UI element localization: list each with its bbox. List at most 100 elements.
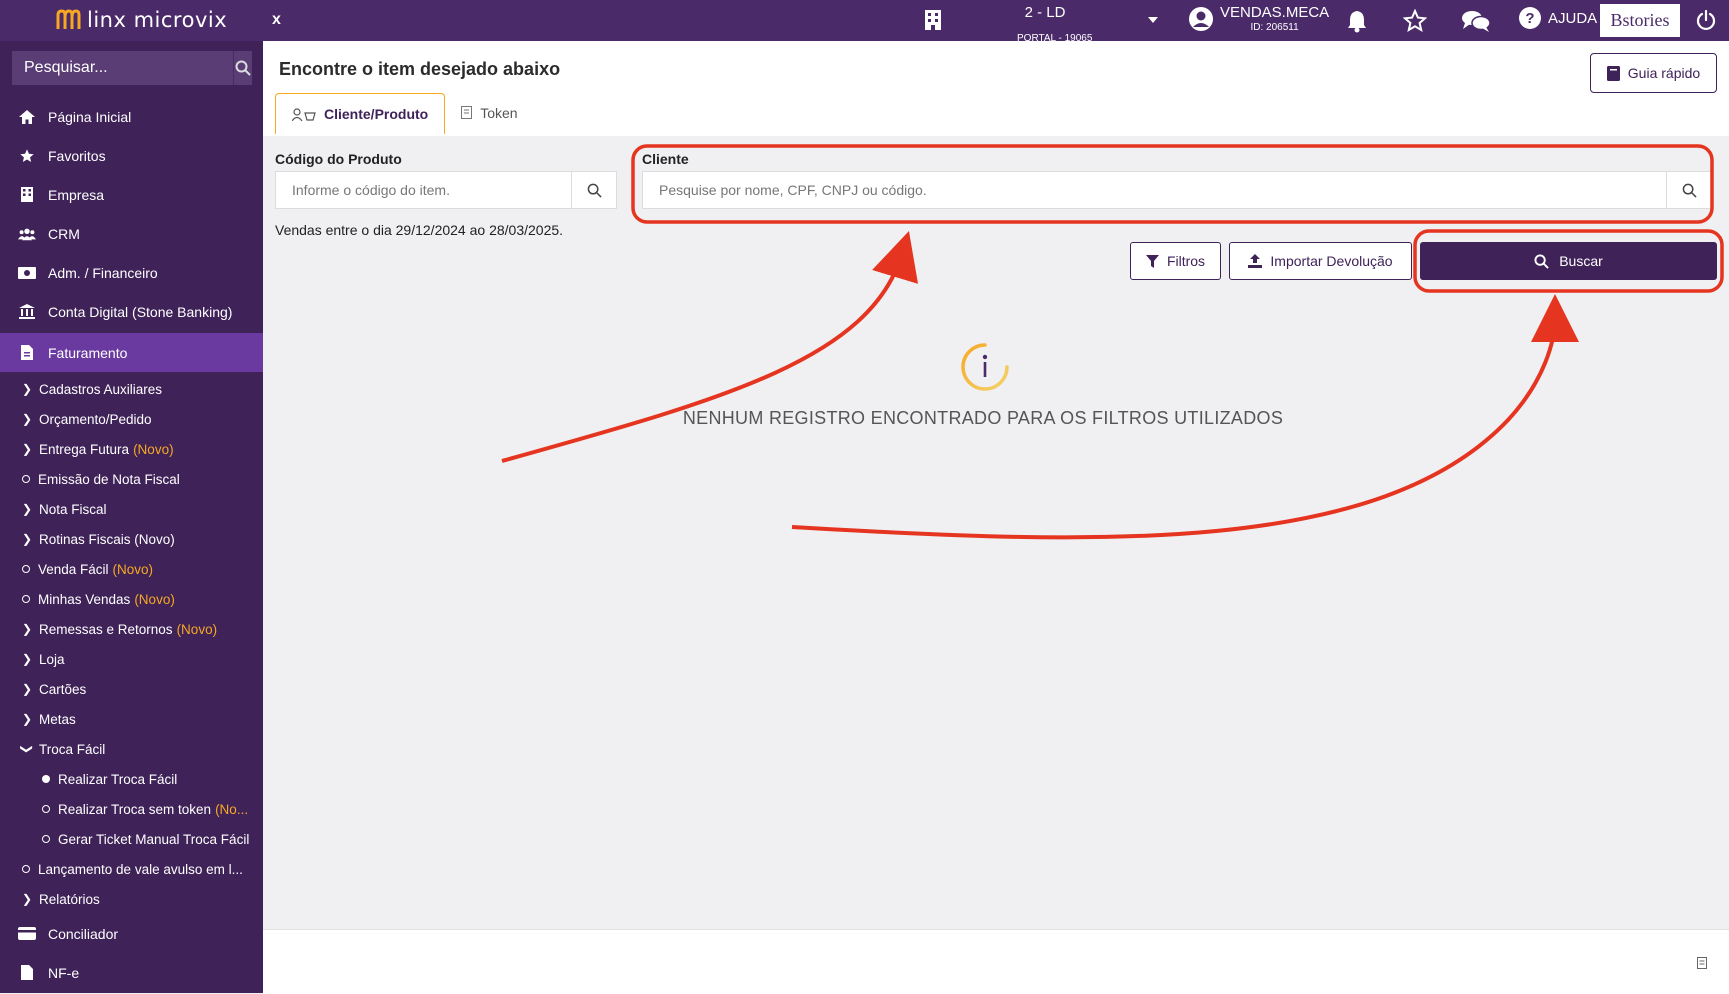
import-return-button[interactable]: Importar Devolução [1229, 242, 1412, 280]
bell-icon[interactable] [1346, 9, 1368, 38]
sidebar-item-faturamento[interactable]: Faturamento [0, 333, 263, 372]
sidebar-item-crm[interactable]: CRM [0, 214, 263, 253]
chevron-right-icon: ❯ [22, 442, 33, 456]
sidebar-subitem-troca-facil[interactable]: ❯ Troca Fácil [0, 734, 263, 764]
product-code-label: Código do Produto [275, 151, 402, 167]
product-code-input[interactable] [276, 172, 571, 208]
search-icon [1682, 183, 1697, 198]
sidebar-subitem-label: Troca Fácil [39, 741, 106, 757]
sidebar-subitem[interactable]: Lançamento de vale avulso em l... [0, 854, 263, 884]
tab-bar: Cliente/Produto Token [275, 93, 534, 134]
star-icon[interactable] [1402, 8, 1428, 38]
sidebar-item-label: Conciliador [48, 925, 119, 942]
sidebar-search [12, 51, 252, 85]
sidebar-subitem-label: Entrega Futura [39, 441, 130, 457]
tab-token[interactable]: Token [445, 93, 533, 132]
tab-label: Token [480, 104, 518, 121]
sidebar-subitem-label: Gerar Ticket Manual Troca Fácil [58, 831, 250, 847]
sidebar-subitem-label: Orçamento/Pedido [39, 411, 152, 427]
sidebar-subitem-label: Emissão de Nota Fiscal [38, 471, 180, 487]
filters-button[interactable]: Filtros [1130, 242, 1221, 280]
home-icon [18, 109, 36, 124]
sidebar-item-label: Favoritos [48, 147, 106, 164]
upload-icon [1248, 254, 1263, 268]
logo-text: linx microvix [87, 8, 228, 32]
sidebar-subitem[interactable]: Gerar Ticket Manual Troca Fácil [0, 824, 263, 854]
sidebar-item-empresa[interactable]: Empresa [0, 175, 263, 214]
money-icon [18, 266, 36, 279]
sidebar-search-button[interactable] [233, 51, 252, 85]
sidebar-subitem[interactable]: Emissão de Nota Fiscal [0, 464, 263, 494]
search-icon [1534, 253, 1549, 269]
novo-badge: (No... [215, 801, 249, 817]
help-button[interactable]: ? AJUDA [1518, 6, 1597, 30]
sidebar-subitem[interactable]: ❯ Relatórios [0, 884, 263, 914]
logo[interactable]: linx microvix [55, 8, 227, 32]
sidebar-subitem[interactable]: ❯ Metas [0, 704, 263, 734]
sidebar: Página Inicial Favoritos Empresa CRM Adm… [0, 41, 263, 993]
sidebar-menu: Página Inicial Favoritos Empresa CRM Adm… [0, 97, 263, 992]
guide-button[interactable]: Guia rápido [1590, 53, 1717, 93]
invoice-icon [18, 345, 36, 360]
search-icon [587, 183, 602, 198]
novo-badge: (Novo) [134, 591, 175, 607]
novo-badge: (Novo) [112, 561, 154, 577]
chevron-down-icon[interactable] [1148, 17, 1158, 23]
sidebar-item-conta-digital[interactable]: Conta Digital (Stone Banking) [0, 292, 263, 331]
sidebar-subitem-label: Relatórios [39, 891, 100, 907]
circle-icon [42, 805, 50, 813]
sidebar-search-input[interactable] [12, 51, 233, 85]
sidebar-subitem[interactable]: ❯ Nota Fiscal [0, 494, 263, 524]
sidebar-item-pagina-inicial[interactable]: Página Inicial [0, 97, 263, 136]
chevron-right-icon: ❯ [22, 502, 33, 516]
svg-text:?: ? [1525, 10, 1534, 27]
sidebar-item-label: CRM [48, 225, 80, 242]
help-label: AJUDA [1548, 9, 1598, 27]
sidebar-item-label: Faturamento [48, 344, 128, 361]
sidebar-subitem[interactable]: ❯ Cartões [0, 674, 263, 704]
chat-icon[interactable] [1461, 9, 1491, 38]
sidebar-subitem-label: Cadastros Auxiliares [39, 381, 163, 397]
sidebar-subitem[interactable]: Venda Fácil (Novo) [0, 554, 263, 584]
close-sidebar-button[interactable]: x [272, 11, 281, 29]
sidebar-item-adm-financeiro[interactable]: Adm. / Financeiro [0, 253, 263, 292]
tab-label: Cliente/Produto [324, 106, 429, 122]
user-menu[interactable]: VENDAS.MECA ID: 206511 [1188, 4, 1329, 33]
sidebar-subitem-label: Nota Fiscal [39, 501, 107, 517]
sidebar-subitem[interactable]: ❯ Loja [0, 644, 263, 674]
sidebar-subitem[interactable]: ❯ Orçamento/Pedido [0, 404, 263, 434]
receipt-icon [461, 106, 473, 119]
power-icon[interactable] [1695, 9, 1717, 36]
book-icon [1606, 65, 1620, 81]
sidebar-item-conciliador[interactable]: Conciliador [0, 914, 263, 953]
empty-state-message: NENHUM REGISTRO ENCONTRADO PARA OS FILTR… [682, 408, 1284, 428]
sidebar-subitem[interactable]: ❯ Entrega Futura (Novo) [0, 434, 263, 464]
building-icon[interactable] [924, 9, 942, 36]
search-button-label: Buscar [1559, 253, 1603, 269]
client-search-input[interactable] [643, 172, 1666, 208]
sidebar-subitem[interactable]: ❯ Remessas e Retornos (Novo) [0, 614, 263, 644]
filters-button-label: Filtros [1166, 253, 1206, 269]
client-search-button[interactable] [1666, 172, 1711, 208]
chevron-right-icon: ❯ [22, 532, 33, 546]
top-bar: linx microvix x 2 - LD PORTAL - 19065 VE… [0, 0, 1729, 44]
document-icon[interactable] [1697, 956, 1707, 974]
star-icon [18, 148, 36, 164]
sidebar-subitem[interactable]: ❯ Cadastros Auxiliares [0, 374, 263, 404]
brand-badge[interactable]: Bstories [1600, 4, 1680, 37]
sidebar-subitem[interactable]: Minhas Vendas (Novo) [0, 584, 263, 614]
sidebar-subitem[interactable]: ❯ Rotinas Fiscais (Novo) [0, 524, 263, 554]
sidebar-subitem-label: Lançamento de vale avulso em l... [38, 861, 243, 877]
users-icon [18, 227, 36, 241]
search-button[interactable]: Buscar [1420, 242, 1717, 280]
file-icon [18, 965, 36, 980]
chevron-right-icon: ❯ [22, 682, 33, 696]
product-code-search-button[interactable] [571, 172, 616, 208]
sidebar-subitem-selected[interactable]: Realizar Troca Fácil [0, 764, 263, 794]
client-label: Cliente [642, 151, 689, 167]
sidebar-item-nfe[interactable]: NF-e [0, 953, 263, 992]
sidebar-item-favoritos[interactable]: Favoritos [0, 136, 263, 175]
tab-cliente-produto[interactable]: Cliente/Produto [275, 93, 446, 134]
sidebar-subitem[interactable]: Realizar Troca sem token (No... [0, 794, 263, 824]
sidebar-subitem-label: Cartões [39, 681, 87, 697]
